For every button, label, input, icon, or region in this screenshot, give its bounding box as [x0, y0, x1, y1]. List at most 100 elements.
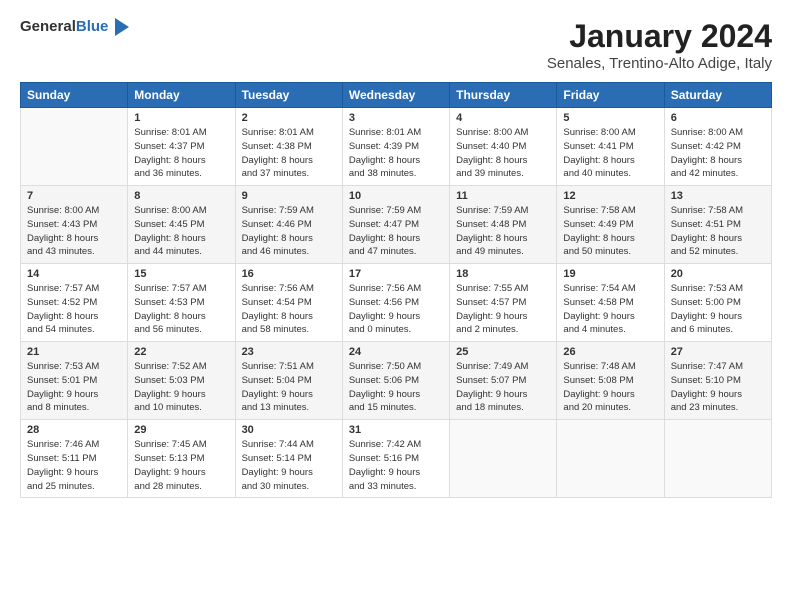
day-info: Sunrise: 7:57 AM Sunset: 4:52 PM Dayligh… — [27, 282, 121, 337]
day-number: 24 — [349, 346, 443, 358]
header: GeneralBlue January 2024 Senales, Trenti… — [20, 18, 772, 72]
month-title: January 2024 — [547, 18, 772, 55]
day-info: Sunrise: 7:53 AM Sunset: 5:00 PM Dayligh… — [671, 282, 765, 337]
day-number: 30 — [242, 424, 336, 436]
day-cell: 15Sunrise: 7:57 AM Sunset: 4:53 PM Dayli… — [128, 264, 235, 342]
day-info: Sunrise: 7:59 AM Sunset: 4:46 PM Dayligh… — [242, 204, 336, 259]
day-info: Sunrise: 7:51 AM Sunset: 5:04 PM Dayligh… — [242, 360, 336, 415]
day-info: Sunrise: 7:59 AM Sunset: 4:47 PM Dayligh… — [349, 204, 443, 259]
day-cell — [450, 420, 557, 498]
day-cell: 8 Sunrise: 8:00 AM Sunset: 4:45 PM Daylig… — [128, 186, 235, 264]
day-info: Sunrise: 7:56 AM Sunset: 4:54 PM Dayligh… — [242, 282, 336, 337]
day-cell: 20 Sunrise: 7:53 AM Sunset: 5:00 PM Dayli… — [664, 264, 771, 342]
day-info: Sunrise: 8:00 AM Sunset: 4:41 PM Dayligh… — [563, 126, 657, 181]
day-number: 19 — [563, 268, 657, 280]
header-cell-tuesday: Tuesday — [235, 83, 342, 108]
day-cell: 19 Sunrise: 7:54 AM Sunset: 4:58 PM Dayli… — [557, 264, 664, 342]
day-number: 20 — [671, 268, 765, 280]
header-cell-thursday: Thursday — [450, 83, 557, 108]
day-cell: 25 Sunrise: 7:49 AM Sunset: 5:07 PM Dayli… — [450, 342, 557, 420]
day-info: Sunrise: 7:54 AM Sunset: 4:58 PM Dayligh… — [563, 282, 657, 337]
logo-general: General — [20, 18, 76, 35]
day-info: Sunrise: 8:00 AM Sunset: 4:45 PM Dayligh… — [134, 204, 228, 259]
day-number: 2 — [242, 112, 336, 124]
day-info: Sunrise: 8:00 AM Sunset: 4:40 PM Dayligh… — [456, 126, 550, 181]
day-cell: 9 Sunrise: 7:59 AM Sunset: 4:46 PM Daylig… — [235, 186, 342, 264]
day-number: 3 — [349, 112, 443, 124]
day-info: Sunrise: 7:48 AM Sunset: 5:08 PM Dayligh… — [563, 360, 657, 415]
day-cell — [664, 420, 771, 498]
day-cell: 12Sunrise: 7:58 AM Sunset: 4:49 PM Dayli… — [557, 186, 664, 264]
header-row: SundayMondayTuesdayWednesdayThursdayFrid… — [21, 83, 772, 108]
day-cell: 27 Sunrise: 7:47 AM Sunset: 5:10 PM Dayli… — [664, 342, 771, 420]
day-number: 21 — [27, 346, 121, 358]
day-info: Sunrise: 7:46 AM Sunset: 5:11 PM Dayligh… — [27, 438, 121, 493]
day-number: 1 — [134, 112, 228, 124]
day-cell: 5 Sunrise: 8:00 AM Sunset: 4:41 PM Daylig… — [557, 108, 664, 186]
day-info: Sunrise: 7:45 AM Sunset: 5:13 PM Dayligh… — [134, 438, 228, 493]
day-info: Sunrise: 7:52 AM Sunset: 5:03 PM Dayligh… — [134, 360, 228, 415]
day-number: 4 — [456, 112, 550, 124]
day-info: Sunrise: 7:49 AM Sunset: 5:07 PM Dayligh… — [456, 360, 550, 415]
calendar-body: 1 Sunrise: 8:01 AM Sunset: 4:37 PM Daylig… — [21, 108, 772, 498]
title-area: January 2024 Senales, Trentino-Alto Adig… — [547, 18, 772, 72]
day-cell: 21Sunrise: 7:53 AM Sunset: 5:01 PM Dayli… — [21, 342, 128, 420]
header-cell-monday: Monday — [128, 83, 235, 108]
day-number: 22 — [134, 346, 228, 358]
day-cell: 22 Sunrise: 7:52 AM Sunset: 5:03 PM Dayli… — [128, 342, 235, 420]
day-number: 29 — [134, 424, 228, 436]
day-number: 8 — [134, 190, 228, 202]
header-cell-wednesday: Wednesday — [342, 83, 449, 108]
day-info: Sunrise: 8:01 AM Sunset: 4:39 PM Dayligh… — [349, 126, 443, 181]
day-cell: 24 Sunrise: 7:50 AM Sunset: 5:06 PM Dayli… — [342, 342, 449, 420]
day-number: 31 — [349, 424, 443, 436]
day-cell: 26 Sunrise: 7:48 AM Sunset: 5:08 PM Dayli… — [557, 342, 664, 420]
header-cell-friday: Friday — [557, 83, 664, 108]
day-cell: 23 Sunrise: 7:51 AM Sunset: 5:04 PM Dayli… — [235, 342, 342, 420]
day-number: 25 — [456, 346, 550, 358]
day-info: Sunrise: 7:44 AM Sunset: 5:14 PM Dayligh… — [242, 438, 336, 493]
day-cell: 13Sunrise: 7:58 AM Sunset: 4:51 PM Dayli… — [664, 186, 771, 264]
day-number: 18 — [456, 268, 550, 280]
day-info: Sunrise: 7:59 AM Sunset: 4:48 PM Dayligh… — [456, 204, 550, 259]
day-info: Sunrise: 8:00 AM Sunset: 4:42 PM Dayligh… — [671, 126, 765, 181]
day-info: Sunrise: 7:58 AM Sunset: 4:49 PM Dayligh… — [563, 204, 657, 259]
day-info: Sunrise: 7:55 AM Sunset: 4:57 PM Dayligh… — [456, 282, 550, 337]
calendar-table: SundayMondayTuesdayWednesdayThursdayFrid… — [20, 82, 772, 498]
day-info: Sunrise: 8:01 AM Sunset: 4:37 PM Dayligh… — [134, 126, 228, 181]
day-number: 5 — [563, 112, 657, 124]
day-info: Sunrise: 7:50 AM Sunset: 5:06 PM Dayligh… — [349, 360, 443, 415]
day-cell: 18 Sunrise: 7:55 AM Sunset: 4:57 PM Dayli… — [450, 264, 557, 342]
day-cell: 28Sunrise: 7:46 AM Sunset: 5:11 PM Dayli… — [21, 420, 128, 498]
day-number: 26 — [563, 346, 657, 358]
header-cell-sunday: Sunday — [21, 83, 128, 108]
day-cell: 6Sunrise: 8:00 AM Sunset: 4:42 PM Daylig… — [664, 108, 771, 186]
day-number: 27 — [671, 346, 765, 358]
day-cell: 3 Sunrise: 8:01 AM Sunset: 4:39 PM Daylig… — [342, 108, 449, 186]
day-number: 11 — [456, 190, 550, 202]
day-info: Sunrise: 8:00 AM Sunset: 4:43 PM Dayligh… — [27, 204, 121, 259]
day-cell: 10 Sunrise: 7:59 AM Sunset: 4:47 PM Dayli… — [342, 186, 449, 264]
day-cell: 31Sunrise: 7:42 AM Sunset: 5:16 PM Dayli… — [342, 420, 449, 498]
day-number: 7 — [27, 190, 121, 202]
day-number: 9 — [242, 190, 336, 202]
day-info: Sunrise: 7:57 AM Sunset: 4:53 PM Dayligh… — [134, 282, 228, 337]
logo-text: GeneralBlue — [20, 18, 108, 36]
day-number: 17 — [349, 268, 443, 280]
week-row-2: 7 Sunrise: 8:00 AM Sunset: 4:43 PM Daylig… — [21, 186, 772, 264]
day-cell: 11 Sunrise: 7:59 AM Sunset: 4:48 PM Dayli… — [450, 186, 557, 264]
header-cell-saturday: Saturday — [664, 83, 771, 108]
day-cell: 29 Sunrise: 7:45 AM Sunset: 5:13 PM Dayli… — [128, 420, 235, 498]
day-number: 14 — [27, 268, 121, 280]
day-number: 13 — [671, 190, 765, 202]
day-info: Sunrise: 7:47 AM Sunset: 5:10 PM Dayligh… — [671, 360, 765, 415]
day-number: 10 — [349, 190, 443, 202]
logo-blue: Blue — [76, 18, 109, 35]
day-cell: 17 Sunrise: 7:56 AM Sunset: 4:56 PM Dayli… — [342, 264, 449, 342]
day-number: 23 — [242, 346, 336, 358]
week-row-4: 21Sunrise: 7:53 AM Sunset: 5:01 PM Dayli… — [21, 342, 772, 420]
day-cell: 1 Sunrise: 8:01 AM Sunset: 4:37 PM Daylig… — [128, 108, 235, 186]
day-info: Sunrise: 7:56 AM Sunset: 4:56 PM Dayligh… — [349, 282, 443, 337]
day-cell: 30 Sunrise: 7:44 AM Sunset: 5:14 PM Dayli… — [235, 420, 342, 498]
day-info: Sunrise: 8:01 AM Sunset: 4:38 PM Dayligh… — [242, 126, 336, 181]
